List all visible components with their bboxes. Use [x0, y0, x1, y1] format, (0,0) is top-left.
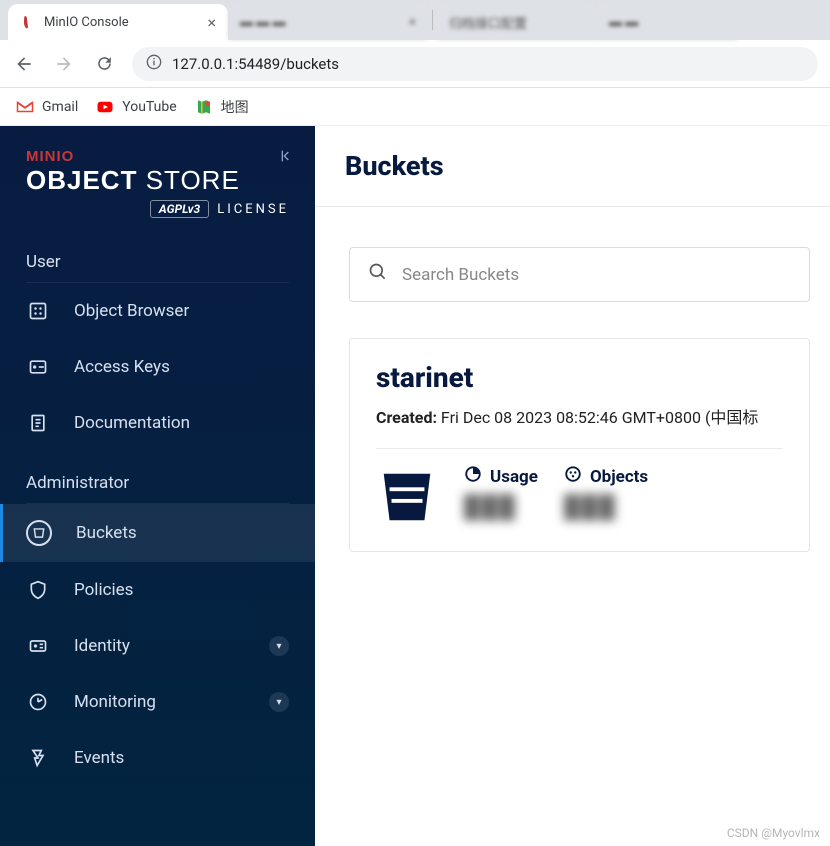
agpl-badge: AGPLv3 [150, 200, 209, 218]
browser-tab-inactive-3[interactable]: ▬ ▬ [597, 4, 737, 40]
events-icon [26, 746, 50, 770]
stat-value: ███ [464, 494, 538, 520]
maps-icon [195, 98, 213, 116]
bucket-stats: Usage ███ Objects ███ [376, 465, 783, 529]
close-icon[interactable]: × [207, 13, 216, 32]
stat-usage: Usage ███ [464, 465, 538, 520]
sidebar-item-label: Events [74, 748, 124, 768]
bookmark-youtube[interactable]: YouTube [96, 98, 176, 116]
back-button[interactable] [12, 52, 36, 76]
forward-button[interactable] [52, 52, 76, 76]
url-text: 127.0.0.1:54489/buckets [172, 55, 339, 73]
sidebar-item-label: Identity [74, 636, 130, 656]
reload-button[interactable] [92, 52, 116, 76]
search-icon [368, 262, 388, 287]
sidebar-item-label: Access Keys [74, 357, 170, 377]
object-browser-icon [26, 299, 50, 323]
sidebar-item-label: Policies [74, 580, 133, 600]
collapse-sidebar-icon[interactable] [279, 148, 295, 168]
browser-tab-inactive-2[interactable]: 归档接口配置 [437, 4, 597, 40]
search-placeholder: Search Buckets [402, 265, 519, 285]
sidebar-item-buckets[interactable]: Buckets [0, 504, 315, 562]
bookmark-gmail[interactable]: Gmail [16, 98, 78, 116]
chevron-down-icon: ▾ [269, 636, 289, 656]
logo-brand: MINIO [26, 148, 289, 165]
browser-tab-active[interactable]: MinIO Console × [8, 4, 228, 40]
objects-icon [564, 465, 582, 488]
bookmark-maps[interactable]: 地图 [195, 97, 249, 117]
bookmark-label: YouTube [122, 99, 176, 115]
stat-label: Objects [590, 467, 648, 487]
bookmark-label: 地图 [221, 97, 249, 117]
bucket-created: Created: Fri Dec 08 2023 08:52:46 GMT+08… [376, 404, 783, 428]
chevron-down-icon: ▾ [269, 692, 289, 712]
browser-toolbar: 127.0.0.1:54489/buckets [0, 40, 830, 88]
sidebar-item-documentation[interactable]: Documentation [0, 395, 315, 451]
app-root: MINIO OBJECT STORE AGPLv3 LICENSE User O… [0, 126, 830, 846]
sidebar-item-label: Documentation [74, 413, 190, 433]
sidebar-item-label: Object Browser [74, 301, 189, 321]
minio-favicon [20, 14, 36, 30]
section-user-header: User [26, 230, 289, 283]
bookmarks-bar: Gmail YouTube 地图 [0, 88, 830, 126]
sidebar-header: MINIO OBJECT STORE AGPLv3 LICENSE [0, 126, 315, 230]
documentation-icon [26, 411, 50, 435]
sidebar-item-label: Buckets [76, 523, 137, 543]
main-content: Buckets Search Buckets starinet Created:… [315, 126, 830, 846]
search-input[interactable]: Search Buckets [349, 247, 810, 302]
identity-icon [26, 634, 50, 658]
page-title: Buckets [345, 150, 800, 182]
stat-value: ███ [564, 494, 648, 520]
sidebar-item-access-keys[interactable]: Access Keys [0, 339, 315, 395]
logo-license-line: AGPLv3 LICENSE [26, 200, 289, 218]
section-admin-header: Administrator [26, 451, 289, 504]
sidebar-item-policies[interactable]: Policies [0, 562, 315, 618]
bucket-name: starinet [376, 361, 783, 394]
tab-divider [432, 10, 433, 30]
site-info-icon[interactable] [146, 54, 162, 74]
usage-icon [464, 465, 482, 488]
monitoring-icon [26, 690, 50, 714]
tab-title: MinIO Console [44, 15, 129, 30]
sidebar: MINIO OBJECT STORE AGPLv3 LICENSE User O… [0, 126, 315, 846]
browser-tab-strip: MinIO Console × ▬ ▬ ▬× 归档接口配置 ▬ ▬ [0, 0, 830, 40]
stat-label: Usage [490, 467, 538, 487]
sidebar-item-events[interactable]: Events [0, 730, 315, 786]
page-header: Buckets [315, 126, 830, 207]
bucket-glyph-icon [376, 465, 438, 529]
bucket-icon [26, 520, 52, 546]
watermark: CSDN @Myovlmx [727, 826, 820, 840]
page-body: Search Buckets starinet Created: Fri Dec… [315, 207, 830, 572]
stat-objects: Objects ███ [564, 465, 648, 520]
bookmark-label: Gmail [42, 99, 78, 115]
sidebar-item-monitoring[interactable]: Monitoring ▾ [0, 674, 315, 730]
browser-tab-inactive[interactable]: ▬ ▬ ▬× [228, 4, 428, 40]
bucket-card[interactable]: starinet Created: Fri Dec 08 2023 08:52:… [349, 338, 810, 552]
sidebar-item-identity[interactable]: Identity ▾ [0, 618, 315, 674]
gmail-icon [16, 98, 34, 116]
policies-icon [26, 578, 50, 602]
youtube-icon [96, 98, 114, 116]
sidebar-item-label: Monitoring [74, 692, 156, 712]
divider [376, 448, 783, 449]
access-keys-icon [26, 355, 50, 379]
sidebar-item-object-browser[interactable]: Object Browser [0, 283, 315, 339]
url-bar[interactable]: 127.0.0.1:54489/buckets [132, 47, 818, 81]
logo-product: OBJECT STORE [26, 165, 289, 196]
